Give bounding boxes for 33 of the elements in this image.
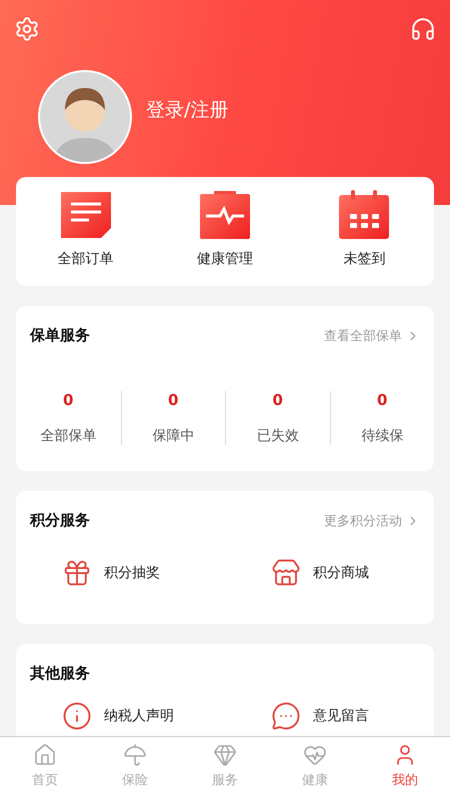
quick-action-button[interactable]: 健康管理: [170, 190, 280, 268]
stat-value: 0: [272, 391, 283, 409]
quick-action-button[interactable]: 全部订单: [30, 190, 141, 268]
pulse-icon: [198, 190, 252, 240]
stat-value: 0: [168, 391, 178, 409]
umbrella-icon: [123, 743, 147, 767]
info-icon: [62, 701, 92, 731]
service-item[interactable]: 纳税人声明: [16, 701, 225, 731]
service-item[interactable]: 积分抽奖: [16, 558, 225, 588]
stat-value: 0: [377, 391, 388, 409]
stat-value: 0: [63, 391, 74, 409]
document-icon: [58, 190, 113, 240]
service-item[interactable]: 意见留言: [225, 701, 434, 731]
stat-label[interactable]: 全部保单: [40, 427, 96, 445]
store-icon: [271, 558, 301, 588]
headset-icon[interactable]: [410, 16, 436, 42]
tab[interactable]: 我的: [360, 737, 450, 800]
section-title: 其他服务: [30, 664, 90, 683]
settings-icon[interactable]: [14, 16, 40, 42]
chat-icon: [271, 701, 301, 731]
section-title: 积分服务: [30, 511, 90, 530]
stat-label[interactable]: 已失效: [256, 427, 299, 445]
quick-action-button[interactable]: 未签到: [309, 190, 420, 268]
avatar[interactable]: [38, 70, 132, 164]
gift-icon: [62, 558, 92, 588]
stat-label[interactable]: 待续保: [361, 427, 404, 445]
heart-pulse-icon: [303, 743, 327, 767]
calendar-icon: [337, 190, 392, 240]
diamond-icon: [213, 743, 237, 767]
home-icon: [33, 743, 57, 767]
service-item[interactable]: 积分商城: [225, 558, 434, 588]
section-title: 保单服务: [30, 326, 90, 345]
stat-label[interactable]: 保障中: [152, 427, 194, 445]
